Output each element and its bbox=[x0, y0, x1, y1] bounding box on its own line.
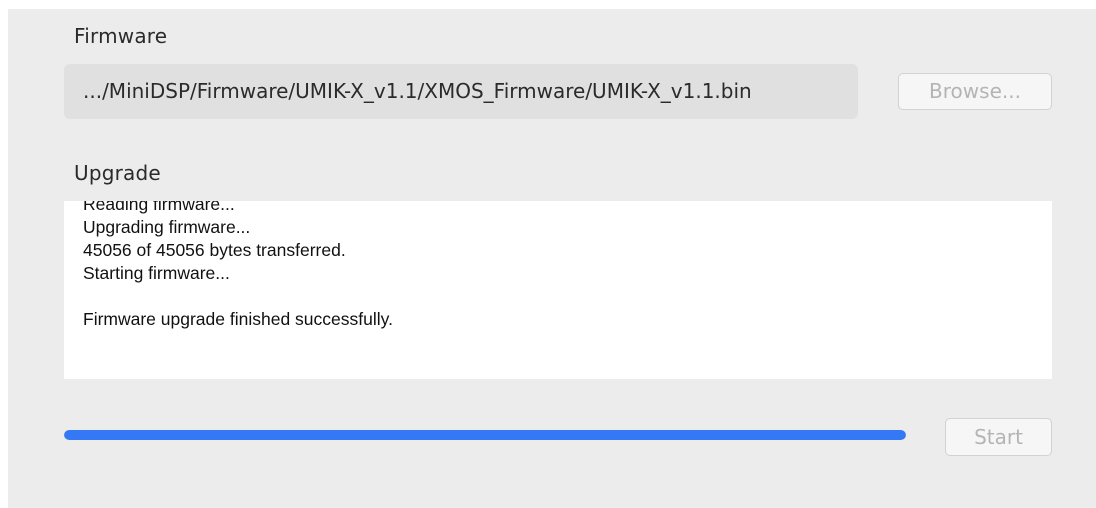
upgrade-section-label: Upgrade bbox=[74, 161, 161, 185]
firmware-path-field[interactable]: .../MiniDSP/Firmware/UMIK-X_v1.1/XMOS_Fi… bbox=[64, 64, 858, 119]
log-line: Upgrading firmware... bbox=[83, 217, 251, 237]
upgrade-progress-fill bbox=[64, 430, 906, 440]
log-line: Reading firmware... bbox=[83, 201, 235, 214]
upgrade-progress-bar bbox=[64, 430, 906, 440]
log-lines: Reading firmware... Upgrading firmware..… bbox=[83, 201, 393, 331]
browse-button[interactable]: Browse... bbox=[898, 73, 1052, 110]
log-line: Firmware upgrade finished successfully. bbox=[83, 309, 393, 329]
upgrade-log[interactable]: Reading firmware... Upgrading firmware..… bbox=[64, 201, 1052, 379]
log-line: Starting firmware... bbox=[83, 263, 230, 283]
firmware-section-label: Firmware bbox=[74, 24, 168, 48]
log-line: 45056 of 45056 bytes transferred. bbox=[83, 240, 346, 260]
start-button[interactable]: Start bbox=[945, 418, 1052, 456]
